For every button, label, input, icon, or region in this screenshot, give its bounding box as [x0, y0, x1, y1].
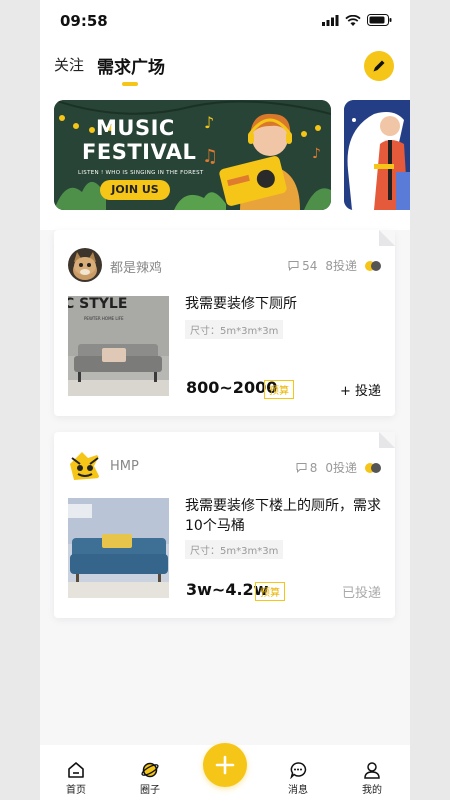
nav-home-label: 首页 [66, 785, 86, 796]
comment-icon [288, 261, 299, 271]
blue-sofa-image [68, 498, 169, 598]
nav-circle[interactable]: 圈子 [125, 759, 175, 796]
card-corner-fold [379, 432, 395, 448]
thumbnail-caption: C STYLE [68, 296, 128, 312]
nav-home[interactable]: 首页 [51, 759, 101, 796]
join-us-button[interactable]: JOIN US [100, 180, 170, 200]
thumbnail-subcaption: PEWTER HOME LIFE [84, 316, 124, 321]
compose-button[interactable] [364, 51, 394, 81]
svg-text:♫: ♫ [202, 146, 218, 167]
comment-count-value: 54 [302, 258, 318, 273]
banner-title-line2: FESTIVAL [82, 140, 197, 164]
tab-follow[interactable]: 关注 [54, 54, 84, 75]
banner-music-festival[interactable]: ♪ ♫ ♪ MUSIC FESTIVAL LISTEN ! WHO IS SIN… [54, 100, 331, 210]
username[interactable]: 都是辣鸡 [110, 257, 162, 276]
publish-button[interactable] [203, 743, 247, 787]
delivery-count: 8投递 [325, 259, 357, 273]
character-avatar-image [68, 450, 102, 484]
comment-count[interactable]: 8 [296, 460, 318, 475]
dots-icon[interactable] [365, 260, 381, 271]
right-margin [410, 0, 450, 800]
post-thumbnail[interactable] [68, 498, 169, 598]
size-tag: 尺寸：5m*3m*3m [185, 320, 284, 339]
post-meta: 54 8投递 [288, 257, 381, 274]
nav-mine[interactable]: 我的 [347, 759, 397, 796]
demand-card[interactable]: HMP 8 0投递 我需要装修下楼上的厕所，需求10个马桶 尺寸：5m*3m*3… [54, 432, 395, 618]
nav-circle-label: 圈子 [140, 785, 160, 796]
avatar[interactable] [68, 450, 102, 484]
nav-mine-label: 我的 [362, 785, 382, 796]
budget-badge: 预算 [264, 380, 294, 399]
deliver-button[interactable]: + 投递 [340, 380, 381, 399]
signal-icon [322, 14, 339, 26]
app-screen: 09:58 关注 需求广场 ♪ ♫ ♪ MUSIC FESTIVAL LISTE… [40, 0, 410, 800]
status-time: 09:58 [60, 12, 108, 30]
banner-title: MUSIC FESTIVAL [82, 116, 196, 164]
battery-icon [367, 14, 392, 26]
planet-icon [141, 762, 159, 778]
post-thumbnail[interactable]: C STYLE PEWTER HOME LIFE [68, 296, 169, 396]
comment-count-value: 8 [309, 460, 318, 475]
banner-title-line1: MUSIC [96, 116, 175, 140]
active-tab-indicator [122, 82, 138, 86]
svg-text:♪: ♪ [204, 113, 214, 132]
comment-count[interactable]: 54 [288, 259, 317, 273]
nav-messages[interactable]: 消息 [273, 759, 323, 796]
comment-icon [296, 463, 307, 473]
svg-text:♪: ♪ [312, 146, 321, 162]
dots-icon[interactable] [365, 462, 381, 473]
demand-card[interactable]: 都是辣鸡 54 8投递 C STYLE PEWTER HOME LIFE 我需要… [54, 230, 395, 416]
status-bar: 09:58 [40, 0, 410, 40]
chat-bubble-icon [290, 762, 307, 779]
plus-icon [215, 755, 235, 775]
delivery-count: 0投递 [325, 461, 357, 475]
delivered-status: 已投递 [341, 586, 381, 601]
home-icon [68, 762, 84, 778]
status-icons [322, 14, 392, 26]
post-meta: 8 0投递 [296, 459, 381, 476]
size-tag: 尺寸：5m*3m*3m [185, 540, 284, 559]
banner-next-illustration [344, 100, 410, 210]
post-title[interactable]: 我需要装修下厕所 [185, 294, 381, 314]
banner-subtitle: LISTEN ! WHO IS SINGING IN THE FOREST [78, 170, 204, 176]
nav-messages-label: 消息 [288, 785, 308, 796]
banner-carousel: ♪ ♫ ♪ MUSIC FESTIVAL LISTEN ! WHO IS SIN… [40, 90, 410, 230]
left-margin [0, 0, 40, 800]
card-corner-fold [379, 230, 395, 246]
pencil-icon [373, 60, 385, 72]
tab-demand-square[interactable]: 需求广场 [97, 53, 165, 78]
wifi-icon [345, 14, 361, 26]
user-icon [364, 762, 380, 779]
budget-badge: 预算 [255, 582, 285, 601]
banner-next[interactable] [344, 100, 410, 210]
top-header: 关注 需求广场 [40, 40, 410, 90]
avatar[interactable] [68, 248, 102, 282]
cat-avatar-image [68, 248, 102, 282]
post-title[interactable]: 我需要装修下楼上的厕所，需求10个马桶 [185, 496, 381, 536]
username[interactable]: HMP [110, 459, 139, 474]
